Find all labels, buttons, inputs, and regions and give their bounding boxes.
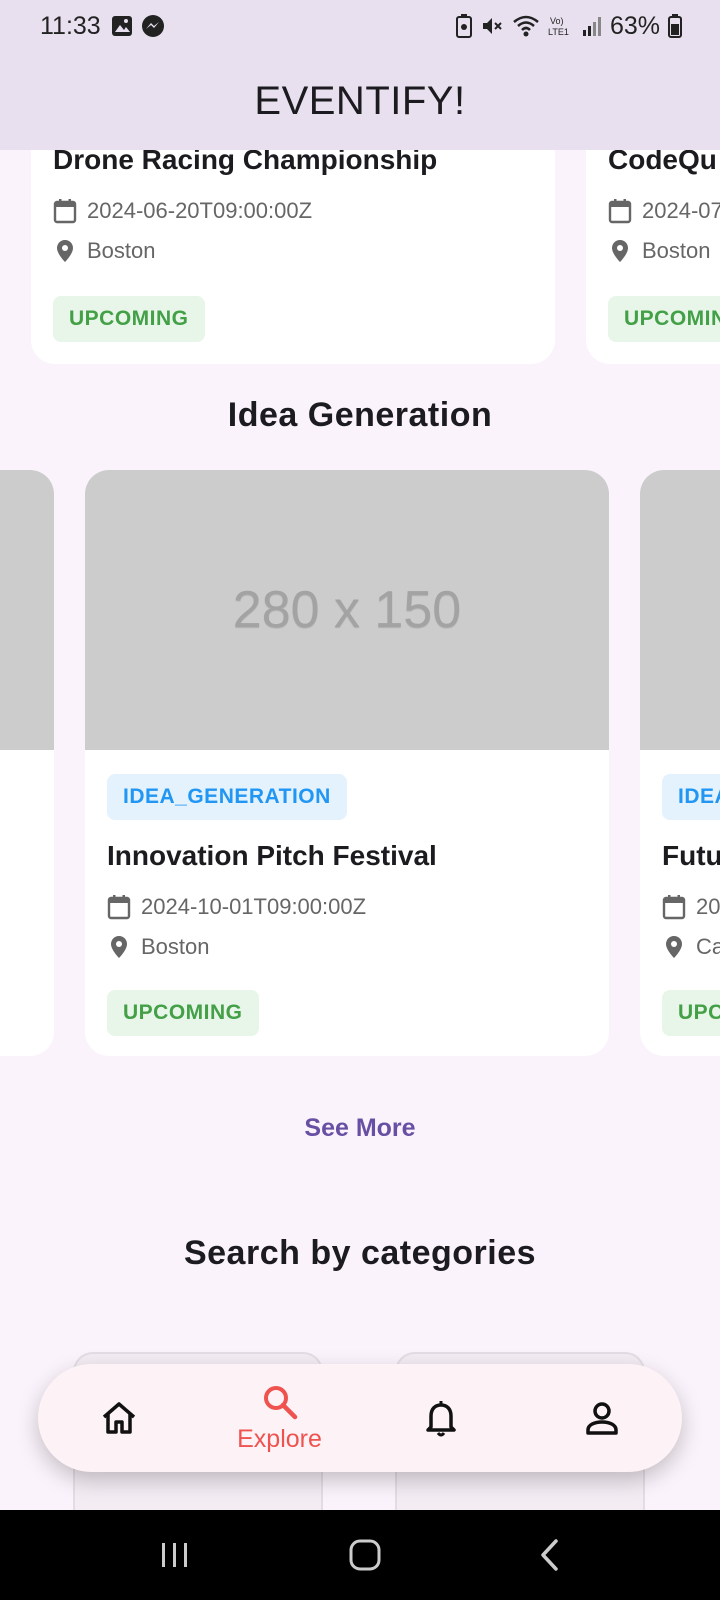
main-content[interactable]: Drone Racing Championship 2024-06-20T09:… (0, 150, 720, 1510)
svg-text:Vo): Vo) (550, 16, 564, 26)
location-pin-icon (107, 934, 131, 960)
app-title: EVENTIFY! (254, 78, 466, 123)
event-date: 2024-07 (608, 198, 720, 224)
battery-icon (668, 14, 682, 38)
nav-notifications[interactable] (381, 1398, 501, 1438)
event-location: Ca (662, 934, 720, 960)
bell-icon (422, 1398, 460, 1438)
event-date-text: 20 (696, 894, 720, 919)
back-icon[interactable] (538, 1538, 562, 1572)
messenger-notification-icon (141, 14, 165, 38)
event-location-text: Boston (141, 934, 210, 959)
status-chip: UPC (662, 990, 720, 1036)
mute-icon (480, 14, 504, 38)
nav-profile[interactable] (542, 1399, 662, 1437)
calendar-icon (107, 894, 131, 920)
person-icon (583, 1399, 621, 1437)
signal-icon (582, 15, 602, 37)
event-title: Drone Racing Championship (53, 150, 438, 175)
event-location-text: Boston (87, 238, 156, 263)
event-card[interactable]: 280 x 150 IDEA_GENERATION Innovation Pit… (85, 470, 609, 1056)
home-button-icon[interactable] (348, 1538, 382, 1572)
nav-explore-label: Explore (237, 1424, 322, 1453)
section-title-categories: Search by categories (183, 1234, 537, 1272)
event-card[interactable]: CodeQu 2024-07 Boston UPCOMIN (586, 150, 720, 364)
event-date-text: 2024-10-01T09:00:00Z (141, 894, 367, 919)
location-pin-icon (662, 934, 686, 960)
event-card[interactable] (0, 470, 54, 1056)
event-date-text: 2024-06-20T09:00:00Z (87, 198, 313, 223)
event-card[interactable]: Drone Racing Championship 2024-06-20T09:… (31, 150, 555, 364)
nav-home[interactable] (59, 1399, 179, 1437)
status-chip: UPCOMIN (608, 296, 720, 342)
nav-explore[interactable]: Explore (220, 1383, 340, 1454)
section-title-idea-generation: Idea Generation (227, 396, 493, 434)
event-image-placeholder (640, 470, 720, 750)
battery-level: 63% (609, 11, 660, 40)
event-date-text: 2024-07 (642, 198, 720, 223)
location-pin-icon (608, 238, 632, 264)
event-title: Futu (662, 840, 720, 871)
event-image-placeholder (0, 470, 54, 750)
see-more-button[interactable]: See More (0, 1114, 720, 1143)
status-time: 11:33 (40, 11, 101, 40)
svg-text:LTE1: LTE1 (548, 27, 569, 37)
recent-apps-icon[interactable] (158, 1540, 192, 1570)
event-location-text: Boston (642, 238, 711, 263)
app-bar: EVENTIFY! (0, 52, 720, 150)
calendar-icon (662, 894, 686, 920)
volte-icon: Vo) LTE1 (548, 14, 574, 38)
calendar-icon (53, 198, 77, 224)
event-title: Innovation Pitch Festival (107, 840, 437, 871)
event-card[interactable]: IDEA Futu 20 Ca UPC (640, 470, 720, 1056)
status-bar: 11:33 Vo) LTE1 63% (0, 0, 720, 52)
location-pin-icon (53, 238, 77, 264)
event-location: Boston (53, 238, 156, 264)
system-navigation-bar (0, 1510, 720, 1600)
image-placeholder-text: 280 x 150 (232, 581, 462, 639)
event-title: CodeQu (608, 150, 717, 175)
status-chip: UPCOMING (53, 296, 205, 342)
bottom-navigation: Explore (38, 1364, 682, 1472)
event-location-text: Ca (696, 934, 720, 959)
event-date: 20 (662, 894, 720, 920)
category-chip: IDEA (662, 774, 720, 820)
event-location: Boston (608, 238, 711, 264)
home-icon (100, 1399, 138, 1437)
search-icon (261, 1383, 299, 1421)
event-location: Boston (107, 934, 210, 960)
wifi-icon (512, 14, 540, 38)
event-date: 2024-10-01T09:00:00Z (107, 894, 366, 920)
calendar-icon (608, 198, 632, 224)
status-chip: UPCOMING (107, 990, 259, 1036)
battery-saver-icon (455, 14, 472, 38)
category-chip: IDEA_GENERATION (107, 774, 347, 820)
event-image-placeholder: 280 x 150 (85, 470, 609, 750)
event-date: 2024-06-20T09:00:00Z (53, 198, 312, 224)
gallery-notification-icon (111, 15, 133, 37)
